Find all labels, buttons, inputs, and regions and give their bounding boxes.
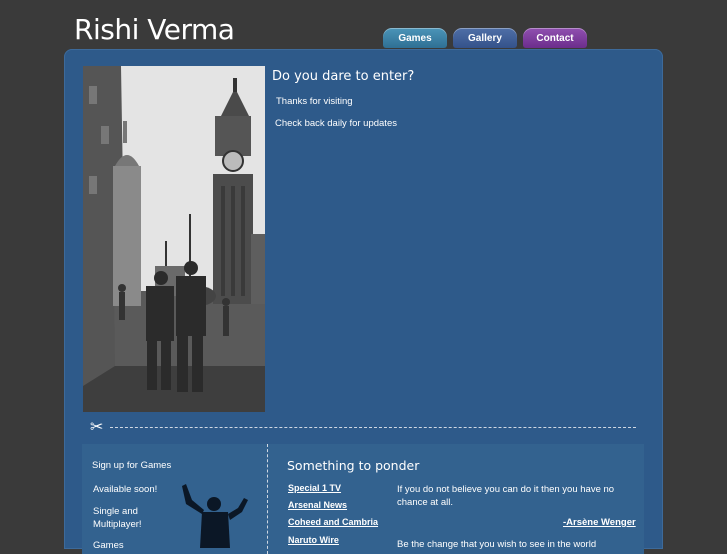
dancer-silhouette [182,484,248,548]
nav-gallery-button[interactable]: Gallery [453,28,517,48]
nav-games-button[interactable]: Games [383,28,447,48]
intro-line-visiting: Thanks for visiting [276,96,353,107]
london-photo [83,66,265,412]
signup-title: Sign up for Games [92,460,172,471]
quote-author: -Arsène Wenger [563,517,636,528]
link-coheed-and-cambria[interactable]: Coheed and Cambria [288,517,378,527]
intro-heading: Do you dare to enter? [272,69,415,84]
main-nav: Games Gallery Contact [383,28,587,48]
scissors-icon: ✂ [90,417,104,436]
dashed-divider [110,427,636,428]
signup-available-text: Available soon! [93,484,158,495]
site-title: Rishi Verma [74,13,235,46]
quote-text: If you do not believe you can do it then… [397,484,615,508]
signup-multiplayer-text: Single and Multiplayer! [93,506,142,530]
ponder-title: Something to ponder [287,458,420,473]
column-divider [267,444,268,554]
nav-contact-button[interactable]: Contact [523,28,587,48]
intro-line-updates: Check back daily for updates [275,118,397,129]
link-arsenal-news[interactable]: Arsenal News [288,500,347,510]
link-special-1-tv[interactable]: Special 1 TV [288,483,341,493]
link-naruto-wire[interactable]: Naruto Wire [288,535,339,545]
signup-games-text: Games [93,540,124,551]
